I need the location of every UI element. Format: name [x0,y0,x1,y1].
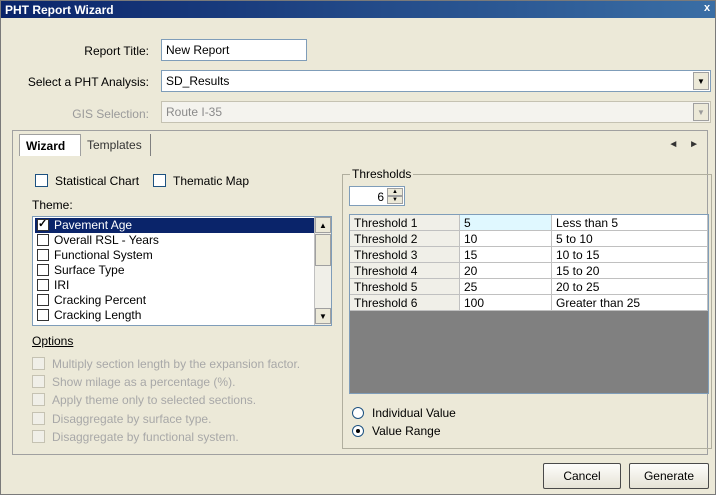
threshold-value-cell[interactable]: 20 [460,263,552,279]
spin-down-icon[interactable]: ▼ [387,196,403,204]
statistical-chart-label: Statistical Chart [55,174,140,188]
threshold-value-cell[interactable]: 15 [460,247,552,263]
close-icon[interactable]: x [701,2,713,15]
option-checkbox-expansion[interactable] [32,357,45,370]
analysis-value: SD_Results [166,74,230,88]
individual-value-radio[interactable] [352,407,364,419]
checkbox-icon[interactable] [37,234,49,246]
threshold-name-cell: Threshold 1 [350,215,460,231]
theme-item-functional-system[interactable]: Functional System [35,248,315,263]
option-label-functional: Disaggregate by functional system. [52,430,239,444]
theme-item-label: Surface Type [54,263,125,277]
radio-selected-icon [356,429,360,433]
threshold-name-cell: Threshold 6 [350,295,460,311]
scroll-up-icon[interactable]: ▲ [315,217,331,233]
threshold-range-cell: 15 to 20 [552,263,708,279]
threshold-range-cell: 20 to 25 [552,279,708,295]
theme-scrollbar[interactable]: ▲ ▼ [314,217,331,325]
theme-item-label: Pavement Age [54,218,133,232]
threshold-name-cell: Threshold 3 [350,247,460,263]
value-range-label: Value Range [372,424,441,438]
checkbox-icon[interactable] [37,309,49,321]
option-label-expansion: Multiply section length by the expansion… [52,357,301,371]
option-checkbox-functional[interactable] [32,430,45,443]
theme-item-pavement-age[interactable]: ✓ Pavement Age [35,218,315,233]
theme-item-surface-type[interactable]: Surface Type [35,263,315,278]
table-row[interactable]: Threshold 5 25 20 to 25 [350,279,708,295]
threshold-value-cell[interactable]: 25 [460,279,552,295]
theme-item-overall-rsl[interactable]: Overall RSL - Years [35,233,315,248]
threshold-value-cell[interactable]: 100 [460,295,552,311]
thematic-map-checkbox[interactable] [153,174,166,187]
table-row[interactable]: Threshold 2 10 5 to 10 [350,231,708,247]
analysis-label: Select a PHT Analysis: [27,75,149,89]
theme-item-label: Cracking Length [54,308,142,322]
report-title-input[interactable]: New Report [161,39,307,61]
tab-templates[interactable]: Templates [81,134,151,156]
thresholds-title: Thresholds [350,167,414,181]
theme-item-label: Overall RSL - Years [54,233,159,247]
table-row[interactable]: Threshold 1 5 Less than 5 [350,215,708,231]
scroll-thumb[interactable] [315,234,331,266]
gis-selection-label: GIS Selection: [72,107,149,121]
option-label-selected: Apply theme only to selected sections. [52,393,257,407]
scroll-down-icon[interactable]: ▼ [315,308,331,324]
threshold-name-cell: Threshold 4 [350,263,460,279]
checkbox-checked-icon[interactable]: ✓ [37,218,49,231]
theme-item-cracking-percent[interactable]: Cracking Percent [35,293,315,308]
option-label-percentage: Show milage as a percentage (%). [52,375,236,389]
checkbox-icon[interactable] [37,294,49,306]
spin-up-icon[interactable]: ▲ [387,188,403,196]
thresholds-grid[interactable]: Threshold 1 5 Less than 5 Threshold 2 10… [349,214,709,394]
threshold-range-cell: Less than 5 [552,215,708,231]
window-title: PHT Report Wizard [5,3,114,17]
report-title-label: Report Title: [84,44,149,58]
title-bar[interactable]: PHT Report Wizard x [1,1,715,18]
gis-selection-select[interactable]: Route I-35 ▼ [161,101,711,123]
options-heading: Options [32,334,74,348]
table-row[interactable]: Threshold 6 100 Greater than 25 [350,295,708,311]
statistical-chart-checkbox[interactable] [35,174,48,187]
table-row[interactable]: Threshold 3 15 10 to 15 [350,247,708,263]
threshold-value-cell[interactable]: 10 [460,231,552,247]
theme-item-label: IRI [54,278,70,292]
theme-item-label: Functional System [54,248,153,262]
option-checkbox-percentage[interactable] [32,375,45,388]
checkbox-icon[interactable] [37,264,49,276]
gis-selection-value: Route I-35 [166,105,223,119]
theme-item-iri[interactable]: IRI [35,278,315,293]
spinner-buttons[interactable]: ▲ ▼ [387,188,403,204]
report-wizard-window: PHT Report Wizard x Report Title: New Re… [0,0,716,495]
threshold-count-spinner[interactable]: 6 ▲ ▼ [349,186,405,206]
theme-label: Theme: [32,198,73,212]
theme-item-label: Cracking Percent [54,293,147,307]
threshold-count-value: 6 [377,190,384,204]
tab-wizard[interactable]: Wizard [19,134,81,156]
chevron-down-icon[interactable]: ▼ [693,72,709,90]
threshold-value-cell[interactable]: 5 [460,215,552,231]
thematic-map-label: Thematic Map [173,174,250,188]
analysis-select[interactable]: SD_Results ▼ [161,70,711,92]
generate-button[interactable]: Generate [629,463,709,489]
threshold-range-cell: Greater than 25 [552,295,708,311]
cancel-button[interactable]: Cancel [543,463,621,489]
checkbox-icon[interactable] [37,279,49,291]
theme-listbox[interactable]: ✓ Pavement Age Overall RSL - Years Funct… [32,216,332,326]
threshold-name-cell: Threshold 2 [350,231,460,247]
threshold-range-cell: 10 to 15 [552,247,708,263]
option-label-surface: Disaggregate by surface type. [52,412,212,426]
tab-scroll-arrows-icon[interactable]: ◄ ► [668,139,703,150]
threshold-name-cell: Threshold 5 [350,279,460,295]
option-checkbox-surface[interactable] [32,412,45,425]
table-row[interactable]: Threshold 4 20 15 to 20 [350,263,708,279]
value-range-radio[interactable] [352,425,364,437]
threshold-range-cell: 5 to 10 [552,231,708,247]
chevron-down-icon[interactable]: ▼ [693,103,709,121]
option-checkbox-selected[interactable] [32,393,45,406]
individual-value-label: Individual Value [372,406,456,420]
checkbox-icon[interactable] [37,249,49,261]
theme-item-cracking-length[interactable]: Cracking Length [35,308,315,323]
